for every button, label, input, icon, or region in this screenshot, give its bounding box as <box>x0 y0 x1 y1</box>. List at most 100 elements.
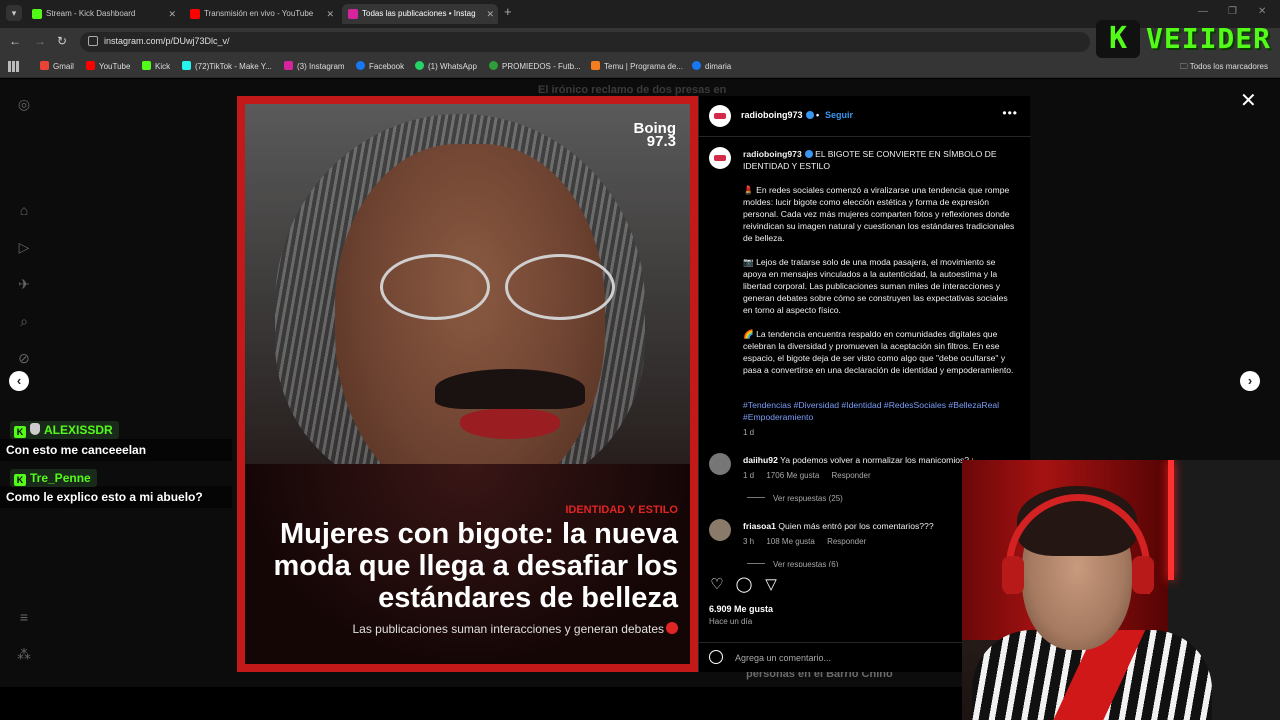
bookmark-temu[interactable]: Temu | Programa de... <box>591 61 683 71</box>
home-icon[interactable]: ⌂ <box>16 202 32 218</box>
caption-username[interactable]: radioboing973 <box>743 149 802 159</box>
comment-meta: 1 d 1706 Me gusta Responder <box>743 471 881 480</box>
next-post-button[interactable]: › <box>1240 371 1260 391</box>
bookmark-dimaria[interactable]: dimaria <box>692 61 731 71</box>
emoji-icon[interactable] <box>709 650 723 664</box>
chat-username-badge: K Tre_Penne <box>10 469 97 487</box>
more-menu-icon[interactable]: ≡ <box>16 609 32 625</box>
browser-tab-bar: ▾ Stream - Kick Dashboard ✕ Transmisión … <box>0 0 1280 28</box>
bookmark-label: (3) Instagram <box>297 62 345 71</box>
address-bar[interactable]: instagram.com/p/DUwj73Dlc_v/ <box>80 32 1090 52</box>
bookmark-whatsapp[interactable]: (1) WhatsApp <box>415 61 477 71</box>
avatar[interactable] <box>709 147 731 169</box>
streamer-webcam <box>962 460 1280 720</box>
author-username: radioboing973 <box>741 110 803 120</box>
close-tab-icon[interactable]: ✕ <box>486 4 494 24</box>
whatsapp-icon <box>415 61 424 70</box>
bookmark-label: Kick <box>155 62 171 71</box>
direct-messages-icon[interactable]: ✈ <box>16 276 32 292</box>
likes-count[interactable]: 6.909 Me gusta <box>709 604 773 614</box>
all-bookmarks-button[interactable]: 🗀 Todos los marcadores <box>1180 61 1268 75</box>
post-headline: Mujeres con bigote: la nueva moda que ll… <box>273 518 678 614</box>
bookmark-instagram[interactable]: (3) Instagram <box>284 61 345 71</box>
apps-grid-icon[interactable] <box>8 61 19 72</box>
bookmark-label: Facebook <box>369 62 405 71</box>
photo-lips <box>460 409 560 439</box>
minimize-icon[interactable]: — <box>1198 6 1208 17</box>
previous-post-button[interactable]: ‹ <box>9 371 29 391</box>
post-subheadline: Las publicaciones suman interacciones y … <box>352 622 664 636</box>
tab-instagram[interactable]: Todas las publicaciones • Instag ✕ <box>342 4 498 24</box>
post-category-tag: IDENTIDAD Y ESTILO <box>565 504 678 516</box>
post-age: Hace un día <box>709 617 753 626</box>
caption-timestamp: 1 d <box>743 428 755 437</box>
like-heart-icon[interactable]: ♡ <box>708 576 726 594</box>
search-icon[interactable]: ⌕ <box>16 313 32 329</box>
bookmark-label: dimaria <box>705 62 732 71</box>
kick-badge-icon: K <box>14 426 26 438</box>
close-tab-icon[interactable]: ✕ <box>326 4 334 24</box>
maximize-icon[interactable]: ❐ <box>1228 6 1237 17</box>
bookmark-gmail[interactable]: Gmail <box>40 61 74 71</box>
bookmark-kick[interactable]: Kick <box>142 61 170 71</box>
chat-username-badge: K ALEXISSDR <box>10 421 119 439</box>
chat-username: ALEXISSDR <box>44 423 113 437</box>
new-tab-icon[interactable]: + <box>504 4 512 19</box>
comment-text: daiihu92 Ya podemos volver a normalizar … <box>743 454 973 466</box>
gmail-icon <box>40 61 49 70</box>
reply-button[interactable]: Responder <box>827 537 866 546</box>
avatar[interactable] <box>709 453 731 475</box>
reload-icon[interactable]: ↻ <box>57 34 67 48</box>
verified-badge-icon <box>805 111 814 119</box>
close-window-icon[interactable]: ✕ <box>1258 6 1266 17</box>
comment-body: Quien más entró por los comentarios??? <box>778 521 934 531</box>
bookmark-promiedos[interactable]: PROMIEDOS - Futb... <box>489 61 581 71</box>
avatar[interactable] <box>709 105 731 127</box>
follow-button[interactable]: Seguir <box>825 110 853 120</box>
radio-brand-logo: Boing 97.3 <box>634 121 677 149</box>
tab-kick-dashboard[interactable]: Stream - Kick Dashboard ✕ <box>26 4 180 24</box>
tab-search-button[interactable]: ▾ <box>6 5 22 21</box>
comment-likes[interactable]: 108 Me gusta <box>766 537 814 546</box>
comment-username[interactable]: friasoa1 <box>743 521 776 531</box>
close-tab-icon[interactable]: ✕ <box>168 4 176 24</box>
info-dot-icon <box>666 622 678 634</box>
bottom-letterbox <box>0 687 962 720</box>
view-replies-button[interactable]: Ver respuestas (25) <box>747 494 843 503</box>
kick-logo-icon: K <box>1096 20 1140 58</box>
chat-username: Tre_Penne <box>30 471 91 485</box>
instagram-logo-icon[interactable]: ◎ <box>16 96 32 112</box>
comment-username[interactable]: daiihu92 <box>743 455 778 465</box>
bookmark-youtube[interactable]: YouTube <box>86 61 130 71</box>
caption-hashtags[interactable]: #Tendencias #Diversidad #Identidad #Rede… <box>743 399 1019 423</box>
share-icon[interactable]: ▽ <box>762 576 780 594</box>
reels-icon[interactable]: ▷ <box>16 239 32 255</box>
forward-icon[interactable]: → <box>34 34 46 48</box>
kick-badge-icon: K <box>14 474 26 486</box>
caption-paragraph: 📷 Lejos de tratarse solo de una moda pas… <box>743 257 1008 315</box>
avatar[interactable] <box>709 519 731 541</box>
comment-icon[interactable]: ◯ <box>735 576 753 594</box>
bookmark-label: Gmail <box>53 62 74 71</box>
bookmark-facebook[interactable]: Facebook <box>356 61 404 71</box>
close-modal-icon[interactable]: ✕ <box>1240 88 1257 113</box>
chat-message: Con esto me canceeelan <box>6 443 147 457</box>
meta-apps-icon[interactable]: ⁂ <box>16 646 32 662</box>
more-options-icon[interactable]: ••• <box>1002 106 1018 120</box>
url-text: instagram.com/p/DUwj73Dlc_v/ <box>104 36 230 46</box>
tab-title: Transmisión en vivo - YouTube <box>204 9 314 18</box>
chat-message: Como le explico esto a mi abuelo? <box>6 490 203 504</box>
reply-button[interactable]: Responder <box>832 471 871 480</box>
bookmark-tiktok[interactable]: (72)TikTok - Make Y... <box>182 61 272 71</box>
streamer-name: VEIIDER <box>1146 22 1272 55</box>
view-replies-button[interactable]: Ver respuestas (6) <box>747 560 838 567</box>
post-image[interactable]: Boing 97.3 IDENTIDAD Y ESTILO Mujeres co… <box>237 96 698 672</box>
tab-youtube[interactable]: Transmisión en vivo - YouTube ✕ <box>184 4 338 24</box>
back-icon[interactable]: ← <box>9 34 21 48</box>
kick-favicon-icon <box>32 9 42 19</box>
comment-likes[interactable]: 1706 Me gusta <box>766 471 819 480</box>
site-info-icon[interactable] <box>88 36 98 46</box>
post-author[interactable]: radioboing973 • <box>741 110 819 120</box>
explore-icon[interactable]: ⊘ <box>16 350 32 366</box>
temu-icon <box>591 61 600 70</box>
